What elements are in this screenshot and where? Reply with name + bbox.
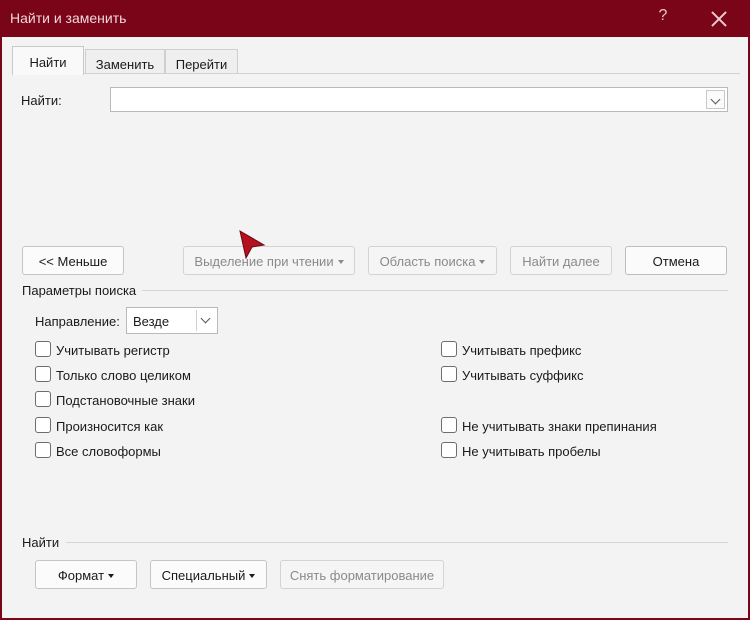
find-replace-dialog: Найти и заменить ? Найти Заменить Перейт… xyxy=(0,0,750,620)
clear-formatting-button[interactable]: Снять форматирование xyxy=(280,560,444,589)
tab-find[interactable]: Найти xyxy=(12,46,84,75)
ignore-punctuation-label: Не учитывать знаки препинания xyxy=(462,419,657,434)
match-case-checkbox[interactable] xyxy=(35,341,51,357)
wildcards-label: Подстановочные знаки xyxy=(56,393,195,408)
special-label: Специальный xyxy=(161,568,246,583)
match-suffix-checkbox[interactable] xyxy=(441,366,457,382)
caret-down-icon xyxy=(337,259,344,264)
whole-word-label: Только слово целиком xyxy=(56,368,191,383)
whole-word-checkbox[interactable] xyxy=(35,366,51,382)
cancel-button[interactable]: Отмена xyxy=(625,246,727,275)
format-button[interactable]: Формат xyxy=(35,560,137,589)
find-history-dropdown[interactable] xyxy=(706,90,725,109)
all-word-forms-label: Все словоформы xyxy=(56,444,161,459)
direction-dropdown[interactable] xyxy=(196,310,215,331)
ignore-punctuation-checkbox[interactable] xyxy=(441,417,457,433)
caret-down-icon xyxy=(479,259,486,264)
tab-divider xyxy=(12,73,740,74)
find-section-title: Найти xyxy=(22,535,60,550)
reading-highlight-button[interactable]: Выделение при чтении xyxy=(183,246,355,275)
special-button[interactable]: Специальный xyxy=(150,560,267,589)
match-prefix-label: Учитывать префикс xyxy=(462,343,582,358)
window-title: Найти и заменить xyxy=(10,10,127,26)
options-divider xyxy=(142,290,728,291)
chevron-down-icon xyxy=(710,94,721,105)
wildcards-checkbox[interactable] xyxy=(35,391,51,407)
ignore-whitespace-label: Не учитывать пробелы xyxy=(462,444,601,459)
direction-label: Направление: xyxy=(35,314,120,329)
format-label: Формат xyxy=(57,568,105,583)
less-button[interactable]: << Меньше xyxy=(22,246,124,275)
title-bar[interactable]: Найти и заменить ? xyxy=(0,0,750,37)
dialog-body: Найти Заменить Перейти Найти: << Меньше … xyxy=(2,37,748,618)
chevron-down-icon xyxy=(200,313,211,324)
sounds-like-checkbox[interactable] xyxy=(35,417,51,433)
find-next-button[interactable]: Найти далее xyxy=(510,246,612,275)
direction-select[interactable]: Везде xyxy=(126,307,218,334)
search-options-title: Параметры поиска xyxy=(22,283,137,298)
help-button[interactable]: ? xyxy=(652,7,674,29)
all-word-forms-checkbox[interactable] xyxy=(35,442,51,458)
cursor-pointer-icon xyxy=(239,229,266,259)
match-suffix-label: Учитывать суффикс xyxy=(462,368,584,383)
tab-replace[interactable]: Заменить xyxy=(85,49,165,74)
caret-down-icon xyxy=(108,573,115,578)
direction-value: Везде xyxy=(133,314,170,329)
tab-goto[interactable]: Перейти xyxy=(165,49,238,74)
find-label: Найти: xyxy=(21,93,62,108)
close-icon[interactable] xyxy=(706,6,732,32)
footer-divider xyxy=(66,542,728,543)
search-scope-button[interactable]: Область поиска xyxy=(368,246,497,275)
find-input[interactable] xyxy=(110,87,728,112)
search-scope-label: Область поиска xyxy=(379,254,476,269)
ignore-whitespace-checkbox[interactable] xyxy=(441,442,457,458)
caret-down-icon xyxy=(249,573,256,578)
match-case-label: Учитывать регистр xyxy=(56,343,170,358)
sounds-like-label: Произносится как xyxy=(56,419,164,434)
match-prefix-checkbox[interactable] xyxy=(441,341,457,357)
